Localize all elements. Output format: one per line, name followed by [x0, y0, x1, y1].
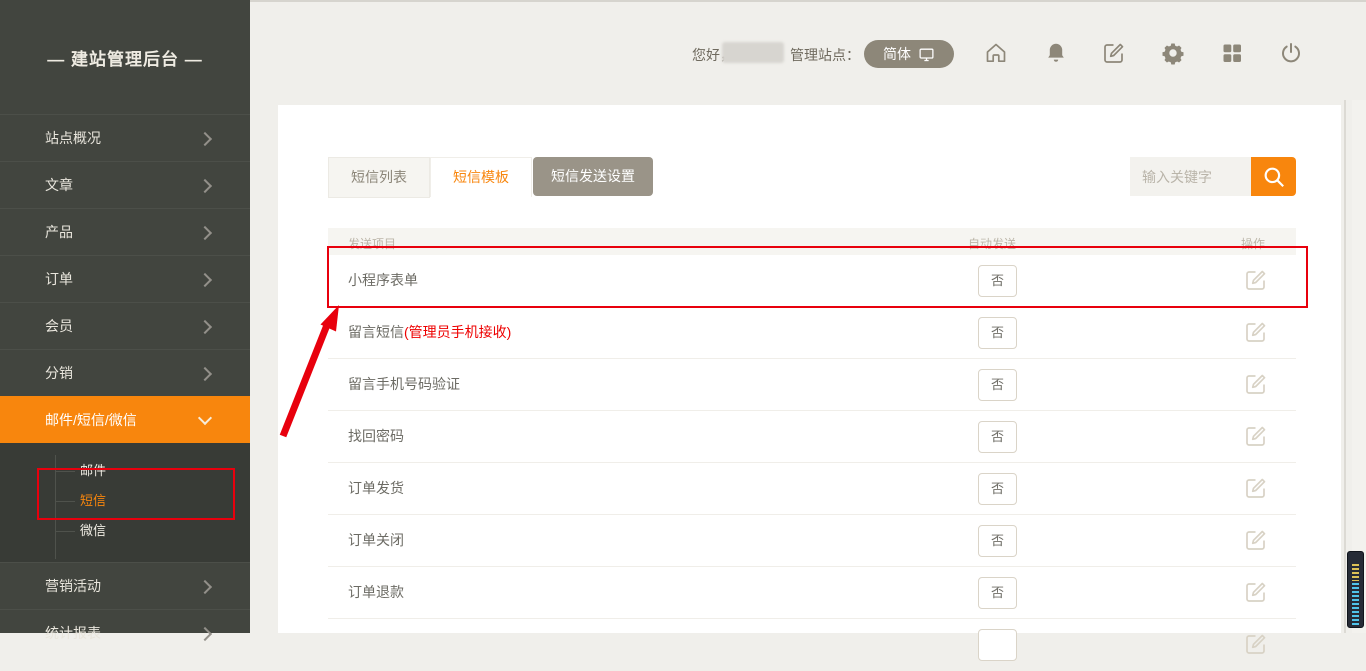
sidebar-item-label: 邮件/短信/微信	[45, 412, 137, 428]
chevron-right-icon	[198, 226, 212, 240]
tree-connector	[55, 501, 75, 502]
compose-icon[interactable]	[1102, 41, 1126, 65]
sidebar-item-label: 分销	[45, 365, 73, 381]
edit-icon[interactable]	[1244, 580, 1268, 604]
censored-username	[722, 42, 784, 63]
row-name-red-note: (管理员手机接收)	[404, 324, 511, 340]
auto-send-toggle-button[interactable]: 否	[978, 421, 1017, 453]
equalizer-yellow-bars	[1352, 564, 1359, 581]
table-row: 订单发货 否	[328, 463, 1296, 515]
chevron-right-icon	[198, 367, 212, 381]
table-header: 发送项目 自动发送 操作	[328, 228, 1296, 255]
edit-icon[interactable]	[1244, 476, 1268, 500]
chevron-down-icon	[198, 411, 212, 425]
equalizer-cyan-bars	[1352, 583, 1359, 625]
sms-send-settings-button[interactable]: 短信发送设置	[533, 157, 653, 196]
sms-table-body: 小程序表单否留言短信(管理员手机接收)否留言手机号码验证否找回密码否订单发货否订…	[328, 255, 1296, 671]
edit-icon[interactable]	[1244, 268, 1268, 292]
sidebar-item-articles[interactable]: 文章	[0, 161, 250, 208]
sms-content-card: 短信列表 短信模板 短信发送设置 发送项目 自动发送 操作 小程序表单否留言短信…	[278, 105, 1341, 633]
sidebar-item-orders[interactable]: 订单	[0, 255, 250, 302]
column-header-send-item: 发送项目	[348, 235, 396, 252]
auto-send-toggle-button[interactable]: 否	[978, 317, 1017, 349]
sidebar-item-marketing[interactable]: 营销活动	[0, 562, 250, 609]
column-header-actions: 操作	[1241, 235, 1265, 252]
tab-sms-list[interactable]: 短信列表	[328, 157, 430, 198]
apps-icon[interactable]	[1220, 41, 1244, 65]
sidebar-item-label: 订单	[45, 271, 73, 287]
tab-sms-template[interactable]: 短信模板	[430, 157, 532, 197]
auto-send-toggle-button[interactable]: 否	[978, 577, 1017, 609]
sidebar-item-label: 站点概况	[45, 130, 101, 146]
row-send-item-name: 找回密码	[348, 411, 404, 462]
table-row: 留言短信(管理员手机接收) 否	[328, 307, 1296, 359]
manage-site-label: 管理站点：	[790, 45, 860, 65]
equalizer-widget[interactable]	[1347, 551, 1364, 628]
bell-icon[interactable]	[1044, 41, 1068, 65]
column-header-auto-send: 自动发送	[968, 235, 1016, 252]
edit-icon[interactable]	[1244, 372, 1268, 396]
chevron-right-icon	[198, 179, 212, 193]
sidebar-subitem-sms[interactable]: 短信	[0, 486, 250, 516]
edit-icon[interactable]	[1244, 424, 1268, 448]
sidebar-item-label: 会员	[45, 318, 73, 334]
chevron-right-icon	[198, 320, 212, 334]
sidebar-subitem-label: 微信	[80, 523, 106, 538]
sidebar-item-label: 统计报表	[45, 625, 101, 641]
sidebar-item-members[interactable]: 会员	[0, 302, 250, 349]
edit-icon[interactable]	[1244, 632, 1268, 656]
auto-send-toggle-button[interactable]: 否	[978, 473, 1017, 505]
auto-send-toggle-button[interactable]: 否	[978, 265, 1017, 297]
table-row: 小程序表单 否	[328, 255, 1296, 307]
language-label: 简体	[883, 44, 911, 64]
row-send-item-name: 订单关闭	[348, 515, 404, 566]
auto-send-toggle-button[interactable]	[978, 629, 1017, 661]
sms-tabs: 短信列表 短信模板	[328, 157, 532, 198]
sidebar-item-distribution[interactable]: 分销	[0, 349, 250, 396]
auto-send-toggle-button[interactable]: 否	[978, 525, 1017, 557]
row-send-item-name: 订单发货	[348, 463, 404, 514]
table-row: 留言手机号码验证 否	[328, 359, 1296, 411]
search-icon	[1261, 164, 1287, 190]
table-row: 找回密码 否	[328, 411, 1296, 463]
chevron-right-icon	[198, 580, 212, 594]
sidebar-nav: 站点概况 文章 产品 订单 会员 分销	[0, 114, 250, 656]
row-send-item-name: 留言短信(管理员手机接收)	[348, 307, 511, 358]
home-icon[interactable]	[984, 41, 1008, 65]
app-title: — 建站管理后台 —	[0, 0, 250, 114]
sidebar-subitem-mail[interactable]: 邮件	[0, 456, 250, 486]
sidebar-item-products[interactable]: 产品	[0, 208, 250, 255]
edit-icon[interactable]	[1244, 320, 1268, 344]
tree-connector	[55, 531, 75, 532]
sidebar-subitem-label: 邮件	[80, 463, 106, 478]
sidebar-item-label: 产品	[45, 224, 73, 240]
monitor-icon	[918, 46, 935, 63]
chevron-right-icon	[198, 273, 212, 287]
table-row: 订单关闭 否	[328, 515, 1296, 567]
sidebar-subitem-wechat[interactable]: 微信	[0, 516, 250, 546]
sidebar-item-mail-sms-wechat[interactable]: 邮件/短信/微信	[0, 396, 250, 443]
auto-send-toggle-button[interactable]: 否	[978, 369, 1017, 401]
edit-icon[interactable]	[1244, 528, 1268, 552]
language-site-badge[interactable]: 简体	[864, 40, 954, 68]
row-send-item-name: 订单退款	[348, 567, 404, 618]
gear-icon[interactable]	[1161, 41, 1185, 65]
tree-connector	[55, 471, 75, 472]
sidebar: — 建站管理后台 — 站点概况 文章 产品 订单 会员	[0, 0, 250, 633]
scrollbar-track[interactable]	[1344, 100, 1346, 633]
row-send-item-name: 小程序表单	[348, 255, 418, 306]
sidebar-submenu: 邮件 短信 微信	[0, 443, 250, 562]
search-input[interactable]	[1130, 157, 1251, 196]
search-button[interactable]	[1251, 157, 1296, 196]
chevron-right-icon	[198, 132, 212, 146]
sidebar-item-label: 营销活动	[45, 578, 101, 594]
power-icon[interactable]	[1279, 41, 1303, 65]
sidebar-item-label: 文章	[45, 177, 73, 193]
sidebar-subitem-label: 短信	[80, 493, 106, 508]
sidebar-item-site-overview[interactable]: 站点概况	[0, 114, 250, 161]
chevron-right-icon	[198, 627, 212, 641]
table-row	[328, 619, 1296, 671]
table-row: 订单退款 否	[328, 567, 1296, 619]
row-send-item-name: 留言手机号码验证	[348, 359, 460, 410]
